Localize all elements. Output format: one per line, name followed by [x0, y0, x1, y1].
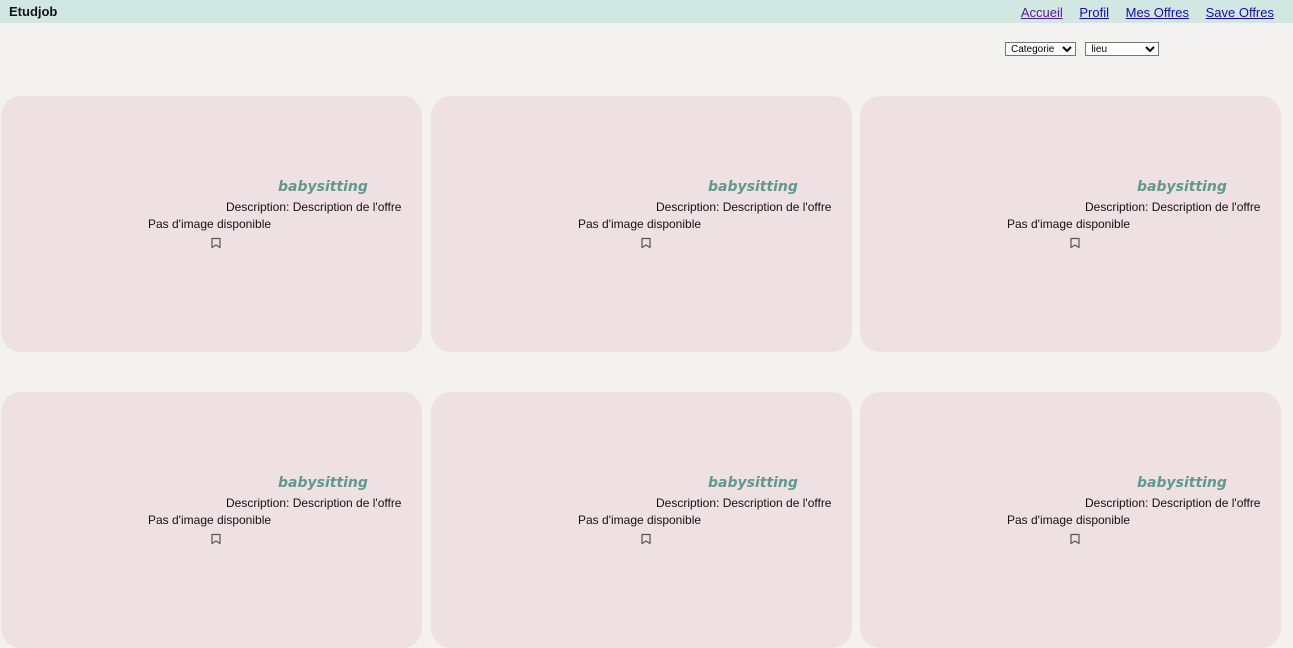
category-select[interactable]: Categorie: [1005, 42, 1076, 56]
offer-image-placeholder: Pas d'image disponible: [148, 513, 272, 527]
offer-image-placeholder: Pas d'image disponible: [578, 217, 702, 231]
bookmark-icon[interactable]: [640, 533, 652, 545]
bookmark-icon[interactable]: [640, 237, 652, 249]
offer-title: babysitting: [708, 475, 798, 491]
filters-bar: Categorie lieu: [1005, 42, 1164, 60]
offer-card[interactable]: babysitting Description: Description de …: [1, 392, 422, 648]
offer-title: babysitting: [278, 475, 368, 491]
offer-title: babysitting: [1137, 475, 1227, 491]
offer-description: Description: Description de l'offre: [656, 496, 832, 510]
offer-image-placeholder: Pas d'image disponible: [1007, 513, 1131, 527]
offer-card[interactable]: babysitting Description: Description de …: [431, 96, 852, 352]
offer-card[interactable]: babysitting Description: Description de …: [431, 392, 852, 648]
offer-description: Description: Description de l'offre: [226, 496, 402, 510]
bookmark-icon[interactable]: [1069, 533, 1081, 545]
offer-title: babysitting: [708, 179, 798, 195]
offer-description: Description: Description de l'offre: [226, 200, 402, 214]
location-select[interactable]: lieu: [1085, 42, 1160, 56]
nav-link-save-offres[interactable]: Save Offres: [1206, 5, 1274, 20]
offer-card[interactable]: babysitting Description: Description de …: [860, 96, 1281, 352]
offer-image-placeholder: Pas d'image disponible: [578, 513, 702, 527]
offer-description: Description: Description de l'offre: [1085, 200, 1261, 214]
nav-link-mes-offres[interactable]: Mes Offres: [1126, 5, 1189, 20]
offer-description: Description: Description de l'offre: [656, 200, 832, 214]
main-nav: Accueil Profil Mes Offres Save Offres: [1008, 5, 1274, 20]
bookmark-icon[interactable]: [210, 237, 222, 249]
bookmark-icon[interactable]: [210, 533, 222, 545]
offer-image-placeholder: Pas d'image disponible: [1007, 217, 1131, 231]
offer-title: babysitting: [278, 179, 368, 195]
bookmark-icon[interactable]: [1069, 237, 1081, 249]
offer-description: Description: Description de l'offre: [1085, 496, 1261, 510]
offer-card[interactable]: babysitting Description: Description de …: [1, 96, 422, 352]
offer-image-placeholder: Pas d'image disponible: [148, 217, 272, 231]
offer-title: babysitting: [1137, 179, 1227, 195]
offer-card[interactable]: babysitting Description: Description de …: [860, 392, 1281, 648]
nav-link-profil[interactable]: Profil: [1079, 5, 1109, 20]
nav-link-accueil[interactable]: Accueil: [1021, 5, 1063, 20]
brand-logo[interactable]: Etudjob: [9, 4, 57, 19]
top-navbar: Etudjob Accueil Profil Mes Offres Save O…: [0, 0, 1293, 23]
